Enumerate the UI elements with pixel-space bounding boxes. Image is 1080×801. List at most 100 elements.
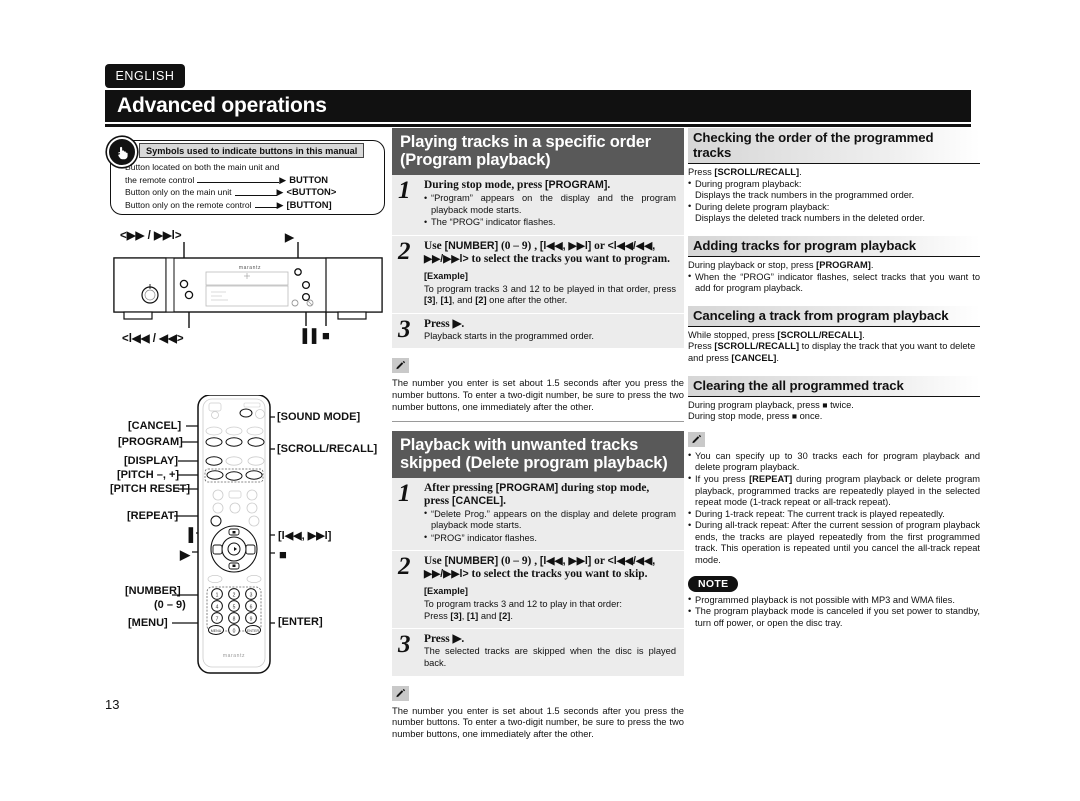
example-label: [Example] <box>424 270 468 281</box>
section-heading-delete-program-playback: Playback with unwanted tracks skipped (D… <box>392 430 684 478</box>
clearing-line1: During program playback, press ■ twice. <box>688 399 854 410</box>
note-list: Programmed playback is not possible with… <box>688 594 980 630</box>
main-unit-diagram: <▶▶ / ▶▶l> ▶ <l◀◀ / ◀◀> ▐▐ ■ marantz <box>110 228 390 348</box>
canceling-line1: While stopped, press [SCROLL/RECALL]. <box>688 329 865 340</box>
step-block: 1 During stop mode, press [PROGRAM]. “Pr… <box>392 175 684 236</box>
checking-intro: Press [SCROLL/RECALL]. <box>688 167 802 177</box>
step-title: After pressing [PROGRAM] during stop mod… <box>424 481 650 507</box>
manual-page: ENGLISH Advanced operations Symbols used… <box>0 0 1080 801</box>
example-text: To program tracks 3 and 12 to be played … <box>424 283 676 306</box>
step-title: Use [NUMBER] (0 – 9) , [l◀◀, ▶▶l] or <l◀… <box>424 239 670 265</box>
list-item: During program playback: <box>688 178 980 191</box>
page-number: 13 <box>105 697 120 712</box>
language-tab: ENGLISH <box>105 64 185 88</box>
symbols-callout-box: Symbols used to indicate buttons in this… <box>107 137 385 215</box>
step-number: 1 <box>398 177 411 204</box>
section-heading-line1: Playing tracks in a specific order <box>400 133 651 151</box>
right-column: Checking the order of the programmed tra… <box>688 128 980 629</box>
section-heading-line1: Playback with unwanted tracks <box>400 435 639 454</box>
checking-list: During program playback: <box>688 178 980 191</box>
step-text: Playback starts in the programmed order. <box>424 330 595 341</box>
list-item: During 1-track repeat: The current track… <box>688 508 980 521</box>
step-number: 3 <box>398 315 411 343</box>
checking-list: During delete program playback: <box>688 201 980 214</box>
list-subtext: Displays the track numbers in the progra… <box>695 190 915 201</box>
arrow-icon: ▶ <box>276 187 284 197</box>
tips-list: You can specify up to 30 tracks each for… <box>688 450 980 567</box>
step-block: 1 After pressing [PROGRAM] during stop m… <box>392 477 684 552</box>
step-block: 3 Press ▶. Playback starts in the progra… <box>392 313 684 350</box>
symbols-row: Button only on the main unit ▶ <BUTTON> <box>125 186 376 199</box>
list-item: Programmed playback is not possible with… <box>688 594 980 607</box>
step-title: Use [NUMBER] (0 – 9) , [l◀◀, ▶▶l] or <l◀… <box>424 555 656 581</box>
symbols-row-code: [BUTTON] <box>286 198 332 210</box>
svg-text:2: 2 <box>233 593 236 599</box>
svg-text:7: 7 <box>216 617 219 623</box>
step-bullets: “Program” appears on the display and the… <box>424 193 676 229</box>
svg-text:3: 3 <box>250 593 253 599</box>
list-item: The program playback mode is canceled if… <box>688 606 980 629</box>
step-bullets: “Delete Prog.” appears on the display an… <box>424 508 676 545</box>
svg-text:6: 6 <box>250 605 253 611</box>
svg-text:marantz: marantz <box>239 265 261 271</box>
tip-text: The number you enter is set about 1.5 se… <box>392 377 684 412</box>
adding-list: When the “PROG” indicator flashes, selec… <box>688 271 980 295</box>
section-heading-program-playback: Playing tracks in a specific order (Prog… <box>392 128 684 175</box>
symbols-row-text: Button only on the remote control <box>125 199 252 210</box>
remote-svg: 1 2 3 4 5 6 7 8 9 0 MENU ENTER marantz <box>172 395 275 674</box>
step-title: Press ▶. <box>424 633 465 646</box>
symbols-row: Button located on both the main unit and <box>125 161 376 174</box>
svg-text:4: 4 <box>216 605 219 611</box>
bullet-item: “Program” appears on the display and the… <box>424 193 676 216</box>
bullet-item: “Delete Prog.” appears on the display an… <box>424 508 676 532</box>
step-title: During stop mode, press [PROGRAM]. <box>424 179 611 191</box>
example-text-line2: Press [3], [1] and [2]. <box>424 610 513 621</box>
tip-text: The number you enter is set about 1.5 se… <box>392 704 684 740</box>
step-number: 2 <box>398 553 411 581</box>
page-title-bar: Advanced operations <box>105 90 971 122</box>
tip-pencil-icon <box>392 685 409 701</box>
symbols-rows: Button located on both the main unit and… <box>125 161 376 211</box>
remote-control-diagram: [CANCEL] [PROGRAM] [DISPLAY] [PITCH –, +… <box>110 395 390 685</box>
tip-pencil-icon <box>688 431 705 447</box>
section-heading-line2: (Program playback) <box>400 151 551 169</box>
step-number: 2 <box>398 237 411 265</box>
svg-text:1: 1 <box>216 593 219 599</box>
arrow-icon: ▶ <box>279 174 287 185</box>
section-heading-line2: skipped (Delete program playback) <box>400 453 668 472</box>
list-item: During delete program playback: <box>688 201 980 214</box>
example-text-line1: To program tracks 3 and 12 to play in th… <box>424 599 622 610</box>
step-text: The selected tracks are skipped when the… <box>424 646 676 668</box>
step-number: 3 <box>398 631 411 659</box>
step-block: 2 Use [NUMBER] (0 – 9) , [l◀◀, ▶▶l] or <… <box>392 551 684 630</box>
list-subtext: Displays the deleted track numbers in th… <box>695 213 925 224</box>
list-item: You can specify up to 30 tracks each for… <box>688 450 980 474</box>
list-item: If you press [REPEAT] during program pla… <box>688 473 980 509</box>
symbols-row-code: BUTTON <box>289 173 329 185</box>
svg-text:MENU: MENU <box>211 629 222 633</box>
canceling-line2: Press [SCROLL/RECALL] to display the tra… <box>688 341 976 363</box>
bullet-item: The “PROG” indicator flashes. <box>424 217 676 229</box>
subsection-heading-adding: Adding tracks for program playback <box>688 235 980 257</box>
step-number: 1 <box>398 479 411 507</box>
adding-intro: During playback or stop, press [PROGRAM]… <box>688 259 874 270</box>
list-item: When the “PROG” indicator flashes, selec… <box>688 271 980 295</box>
title-underline <box>105 124 971 127</box>
svg-text:5: 5 <box>233 605 236 611</box>
list-item: During all-track repeat: After the curre… <box>688 520 980 566</box>
step-block: 3 Press ▶. The selected tracks are skipp… <box>392 629 684 677</box>
symbols-callout-title: Symbols used to indicate buttons in this… <box>139 143 365 158</box>
subsection-heading-checking: Checking the order of the programmed tra… <box>688 128 980 164</box>
note-badge: NOTE <box>688 576 739 592</box>
symbols-row: Button only on the remote control ▶ [BUT… <box>125 199 376 212</box>
svg-text:0: 0 <box>233 629 236 635</box>
symbols-row-text: the remote control <box>125 174 195 185</box>
bullet-item: “PROG” indicator flashes. <box>424 532 676 545</box>
step-block: 2 Use [NUMBER] (0 – 9) , [l◀◀, ▶▶l] or <… <box>392 235 684 314</box>
svg-text:ENTER: ENTER <box>247 629 260 633</box>
example-label: [Example] <box>424 586 468 597</box>
subsection-heading-canceling: Canceling a track from program playback <box>688 305 980 327</box>
svg-text:8: 8 <box>233 617 236 623</box>
clearing-line2: During stop mode, press ■ once. <box>688 411 823 422</box>
arrow-icon: ▶ <box>276 199 284 210</box>
